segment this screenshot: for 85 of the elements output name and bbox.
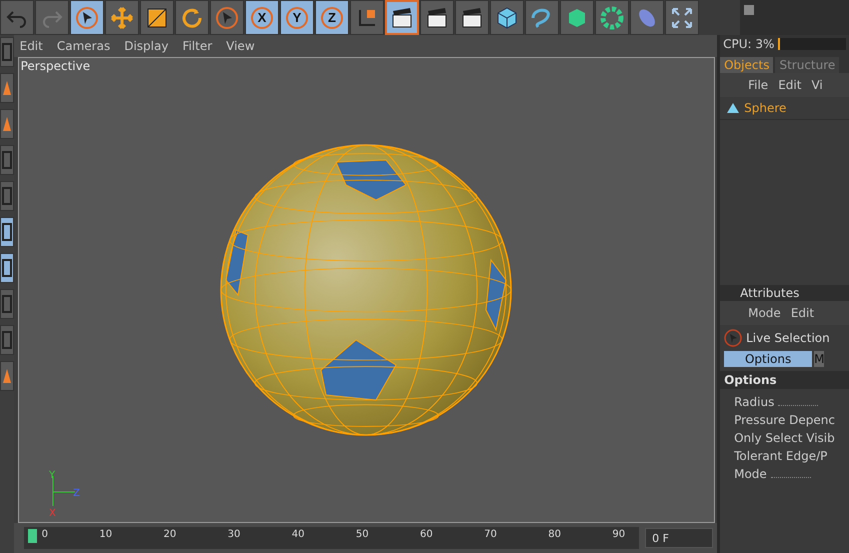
menu-item[interactable]: Filter — [182, 39, 212, 53]
clapperboard-icon — [390, 6, 414, 30]
toolbar-button[interactable]: Z — [315, 0, 349, 35]
array-icon — [600, 6, 624, 30]
triangle-icon — [726, 102, 740, 114]
tool-button[interactable] — [0, 361, 14, 391]
toolbar-button[interactable]: X — [245, 0, 279, 35]
frame-label: 60 — [420, 529, 433, 542]
frame-icon — [2, 151, 12, 169]
axis-toggle-label: Z — [321, 6, 343, 28]
frame-icon — [2, 331, 12, 349]
axis-gizmo-drawing: Y Z X — [44, 470, 85, 520]
menu-item[interactable]: Edit — [790, 306, 814, 320]
tool-button[interactable] — [0, 109, 14, 139]
frame-field[interactable]: 0 F — [645, 528, 714, 548]
menu-item[interactable]: View — [226, 39, 255, 53]
frame-label: 50 — [356, 529, 369, 542]
toolbar-button[interactable] — [175, 0, 209, 35]
toolbar-button[interactable] — [420, 0, 454, 35]
menu-item[interactable]: Vi — [811, 78, 823, 92]
toolbar-button[interactable]: Y — [280, 0, 314, 35]
frame-label: 40 — [292, 529, 304, 542]
parameter-label: Mode — [720, 465, 849, 483]
menu-item[interactable]: Edit — [778, 78, 802, 92]
attribute-tab[interactable]: M — [814, 351, 824, 367]
cursor-icon — [215, 6, 239, 30]
dotted-leader — [770, 477, 811, 478]
menu-item[interactable]: File — [748, 78, 768, 92]
toolbar-button[interactable] — [70, 0, 104, 35]
frame-label: 70 — [484, 529, 497, 542]
axis-toggle-label: Y — [286, 6, 308, 28]
toolbar-button[interactable] — [350, 0, 384, 35]
toolbar-button[interactable] — [455, 0, 489, 35]
tool-button[interactable] — [0, 217, 14, 247]
cpu-label: CPU: 3% — [723, 37, 774, 51]
dotted-leader — [778, 405, 818, 406]
menu-item[interactable]: Mode — [748, 306, 781, 320]
cube-icon — [495, 6, 519, 30]
frame-icon — [2, 43, 12, 61]
frame-icon — [2, 259, 12, 277]
viewport[interactable]: Perspective Y Z X — [18, 57, 716, 523]
tool-name: Live Selection — [746, 331, 830, 345]
frame-label: 0 — [42, 529, 48, 542]
parameter-label: Radius — [720, 393, 849, 411]
playhead[interactable] — [28, 529, 37, 543]
section-header: Options — [720, 371, 849, 389]
panel-title: Attributes — [720, 285, 849, 301]
square-icon — [744, 5, 754, 15]
attribute-tab[interactable]: Options — [724, 351, 812, 367]
cursor-icon — [724, 329, 742, 347]
frame-label: 20 — [164, 529, 176, 542]
frame-icon — [2, 223, 12, 241]
frame-icon — [2, 187, 12, 205]
toolbar-button[interactable] — [105, 0, 139, 35]
parameter-label: Only Select Visib — [733, 430, 836, 447]
rotate-icon — [180, 6, 204, 30]
menu-item[interactable]: Cameras — [56, 39, 110, 53]
toolbar-button[interactable] — [560, 0, 594, 35]
tool-button[interactable] — [0, 73, 14, 103]
frame-label: 30 — [228, 529, 240, 542]
panel-tab[interactable]: Objects — [720, 57, 774, 73]
parameter-label: Pressure Depenc — [733, 412, 836, 429]
axis-toggle-label: X — [251, 6, 273, 28]
toolbar-button[interactable] — [490, 0, 524, 35]
frame-icon — [2, 295, 12, 313]
parameter-label: Tolerant Edge/P — [733, 448, 828, 465]
camera-label: Perspective — [20, 59, 90, 73]
clapperboard-icon — [460, 6, 484, 30]
clapperboard-icon — [425, 6, 449, 30]
toolbar-button[interactable] — [595, 0, 629, 35]
toolbar-button[interactable] — [140, 0, 174, 35]
timeline-ruler[interactable]: 0 10 20 30 40 50 60 70 80 90 — [24, 527, 640, 549]
object-name[interactable]: Sphere — [744, 101, 786, 115]
frame-label: 80 — [548, 529, 561, 542]
menu-item[interactable]: Display — [124, 39, 168, 53]
frame-label: 10 — [99, 529, 112, 542]
menu-item[interactable]: Edit — [20, 39, 43, 53]
toolbar-button[interactable] — [665, 0, 699, 35]
tool-button[interactable] — [0, 253, 14, 283]
scale-icon — [145, 6, 169, 30]
toolbar-button[interactable] — [385, 0, 419, 35]
move-icon — [110, 6, 134, 30]
frame-label: 90 — [612, 529, 626, 542]
expand-icon — [670, 6, 694, 30]
cursor-icon — [75, 6, 99, 30]
